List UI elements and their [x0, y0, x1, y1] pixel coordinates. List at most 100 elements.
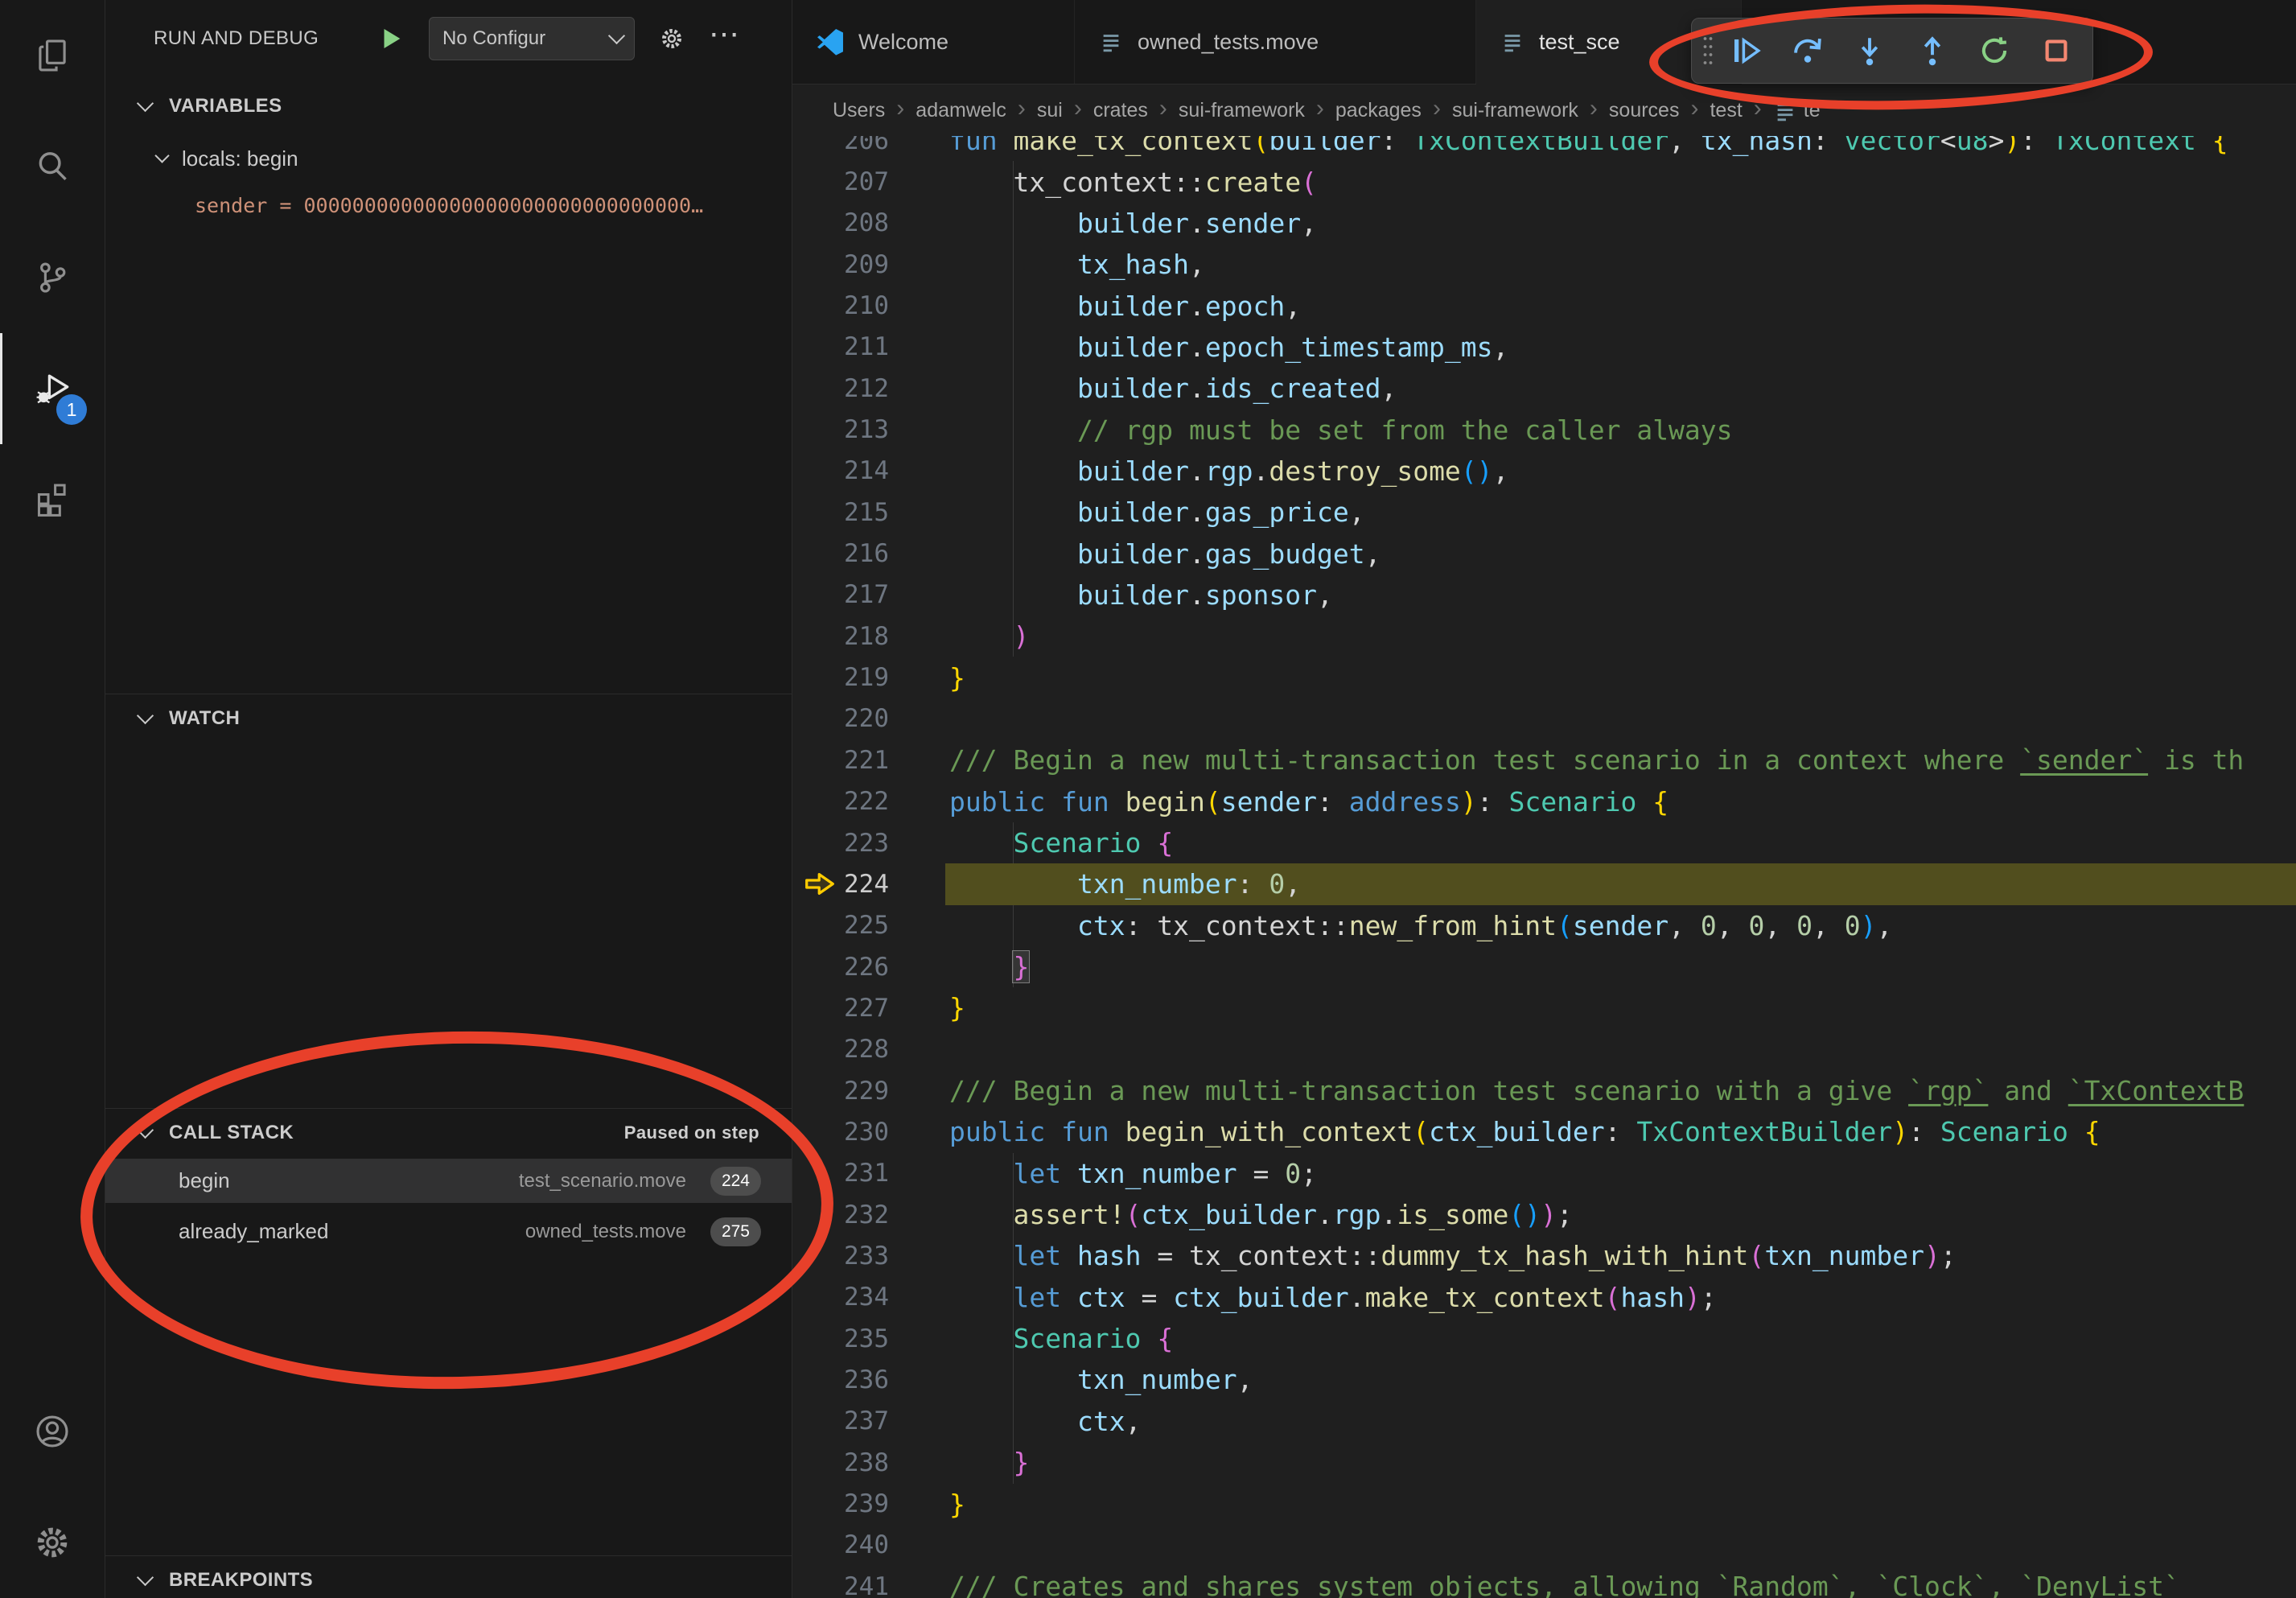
activity-bar-item-extensions[interactable] — [0, 444, 105, 555]
code-line[interactable]: 213 // rgp must be set from the caller a… — [792, 409, 2296, 450]
code-line[interactable]: 225 ctx: tx_context::new_from_hint(sende… — [792, 905, 2296, 946]
line-number[interactable]: 220 — [792, 704, 889, 733]
breadcrumb-item[interactable]: sui — [1037, 99, 1063, 122]
code-line[interactable]: 232 assert!(ctx_builder.rgp.is_some()); — [792, 1194, 2296, 1235]
debug-restart-button[interactable] — [1966, 24, 2022, 77]
line-number[interactable]: 216 — [792, 539, 889, 568]
line-number[interactable]: 229 — [792, 1077, 889, 1106]
code-line[interactable]: 210 builder.epoch, — [792, 285, 2296, 326]
call-stack-frame[interactable]: already_markedowned_tests.move275 — [105, 1209, 792, 1254]
line-number[interactable]: 207 — [792, 167, 889, 196]
code-line[interactable]: 236 txn_number, — [792, 1359, 2296, 1400]
code-line[interactable]: 221/// Begin a new multi-transaction tes… — [792, 739, 2296, 780]
line-number[interactable]: 209 — [792, 250, 889, 279]
code-line[interactable]: 241/// Creates and shares system objects… — [792, 1566, 2296, 1598]
code-line[interactable]: 226 } — [792, 946, 2296, 987]
code-line[interactable]: 228 — [792, 1029, 2296, 1070]
breadcrumb-item[interactable]: crates — [1093, 99, 1148, 122]
code-line[interactable]: 231 let txn_number = 0; — [792, 1153, 2296, 1194]
breadcrumb-item[interactable]: adamwelc — [916, 99, 1006, 122]
line-number[interactable]: 206 — [792, 136, 889, 155]
activity-bar-item-explorer[interactable] — [0, 0, 105, 111]
code-line[interactable]: 238 } — [792, 1442, 2296, 1483]
line-number[interactable]: 225 — [792, 911, 889, 940]
code-line[interactable]: 239} — [792, 1483, 2296, 1524]
code-line[interactable]: 206fun make_tx_context(builder: TxContex… — [792, 136, 2296, 161]
code-line[interactable]: 220 — [792, 698, 2296, 739]
line-number[interactable]: 236 — [792, 1365, 889, 1394]
code-line[interactable]: 240 — [792, 1525, 2296, 1566]
tab-owned_tests.move[interactable]: owned_tests.move — [1075, 0, 1476, 84]
code-line[interactable]: 215 builder.gas_price, — [792, 492, 2296, 533]
watch-section-header[interactable]: WATCH — [105, 696, 792, 741]
code-line[interactable]: 234 let ctx = ctx_builder.make_tx_contex… — [792, 1277, 2296, 1318]
code-line[interactable]: 229/// Begin a new multi-transaction tes… — [792, 1070, 2296, 1111]
line-number[interactable]: 228 — [792, 1035, 889, 1064]
activity-bar-item-source-control[interactable] — [0, 222, 105, 333]
breadcrumb-item[interactable]: sources — [1609, 99, 1680, 122]
tab-Welcome[interactable]: Welcome — [792, 0, 1075, 84]
code-line[interactable]: 230public fun begin_with_context(ctx_bui… — [792, 1111, 2296, 1152]
line-number[interactable]: 212 — [792, 374, 889, 403]
debug-step-over-button[interactable] — [1780, 24, 1836, 77]
line-number[interactable]: 210 — [792, 291, 889, 320]
line-number[interactable]: 235 — [792, 1324, 889, 1353]
line-number[interactable]: 213 — [792, 415, 889, 444]
call-stack-frame[interactable]: begintest_scenario.move224 — [105, 1159, 792, 1203]
breadcrumb-item[interactable]: sui-framework — [1452, 99, 1578, 122]
line-number[interactable]: 239 — [792, 1489, 889, 1518]
more-actions-icon[interactable]: ⋯ — [709, 19, 739, 50]
line-number[interactable]: 231 — [792, 1159, 889, 1188]
code-line[interactable]: 227} — [792, 987, 2296, 1028]
line-number[interactable]: 208 — [792, 208, 889, 237]
code-line[interactable]: 223 Scenario { — [792, 822, 2296, 863]
breadcrumb-item[interactable]: packages — [1335, 99, 1422, 122]
line-number[interactable]: 232 — [792, 1201, 889, 1229]
debug-settings-gear-icon[interactable] — [659, 26, 685, 51]
debug-step-into-button[interactable] — [1841, 24, 1898, 77]
code-line[interactable]: 212 builder.ids_created, — [792, 368, 2296, 409]
activity-bar-item-search[interactable] — [0, 111, 105, 222]
code-line[interactable]: 218 ) — [792, 616, 2296, 657]
line-number[interactable]: 230 — [792, 1118, 889, 1147]
line-number[interactable]: 240 — [792, 1530, 889, 1559]
code-line[interactable]: 214 builder.rgp.destroy_some(), — [792, 451, 2296, 492]
code-line[interactable]: 222public fun begin(sender: address): Sc… — [792, 781, 2296, 822]
line-number[interactable]: 219 — [792, 663, 889, 692]
line-number[interactable]: 222 — [792, 787, 889, 816]
line-number[interactable]: 226 — [792, 953, 889, 982]
variables-scope-row[interactable]: locals: begin — [105, 137, 792, 180]
code-line[interactable]: 216 builder.gas_budget, — [792, 533, 2296, 574]
code-line[interactable]: 219} — [792, 657, 2296, 698]
breadcrumb-item[interactable]: te — [1773, 99, 1821, 123]
line-number[interactable]: 233 — [792, 1242, 889, 1271]
code-line[interactable]: 237 ctx, — [792, 1401, 2296, 1442]
code-line[interactable]: 224 txn_number: 0, — [792, 863, 2296, 904]
debug-continue-button[interactable] — [1718, 24, 1774, 77]
code-line[interactable]: 217 builder.sponsor, — [792, 575, 2296, 616]
start-debugging-button[interactable] — [377, 25, 405, 52]
line-number[interactable]: 238 — [792, 1448, 889, 1477]
line-number[interactable]: 234 — [792, 1283, 889, 1312]
line-number[interactable]: 214 — [792, 456, 889, 485]
line-number[interactable]: 217 — [792, 580, 889, 609]
code-line[interactable]: 233 let hash = tx_context::dummy_tx_hash… — [792, 1235, 2296, 1276]
code-line[interactable]: 209 tx_hash, — [792, 244, 2296, 285]
code-line[interactable]: 235 Scenario { — [792, 1318, 2296, 1359]
breadcrumb-item[interactable]: Users — [833, 99, 885, 122]
line-number[interactable]: 223 — [792, 829, 889, 858]
line-number[interactable]: 211 — [792, 332, 889, 361]
activity-bar-item-accounts[interactable] — [0, 1376, 105, 1487]
line-number[interactable]: 218 — [792, 622, 889, 651]
debug-stop-button[interactable] — [2028, 24, 2084, 77]
breadcrumb-item[interactable]: test — [1710, 99, 1742, 122]
variable-row[interactable]: sender = 0000000000000000000000000000000… — [105, 183, 792, 227]
debug-step-out-button[interactable] — [1904, 24, 1961, 77]
breakpoints-section-header[interactable]: BREAKPOINTS — [105, 1558, 792, 1598]
code-line[interactable]: 208 builder.sender, — [792, 203, 2296, 244]
activity-bar-item-run-and-debug[interactable]: 1 — [0, 333, 105, 444]
line-number[interactable]: 227 — [792, 994, 889, 1023]
toolbar-grip-icon[interactable] — [1701, 32, 1714, 69]
code-line[interactable]: 207 tx_context::create( — [792, 161, 2296, 202]
activity-bar-item-settings[interactable] — [0, 1487, 105, 1598]
